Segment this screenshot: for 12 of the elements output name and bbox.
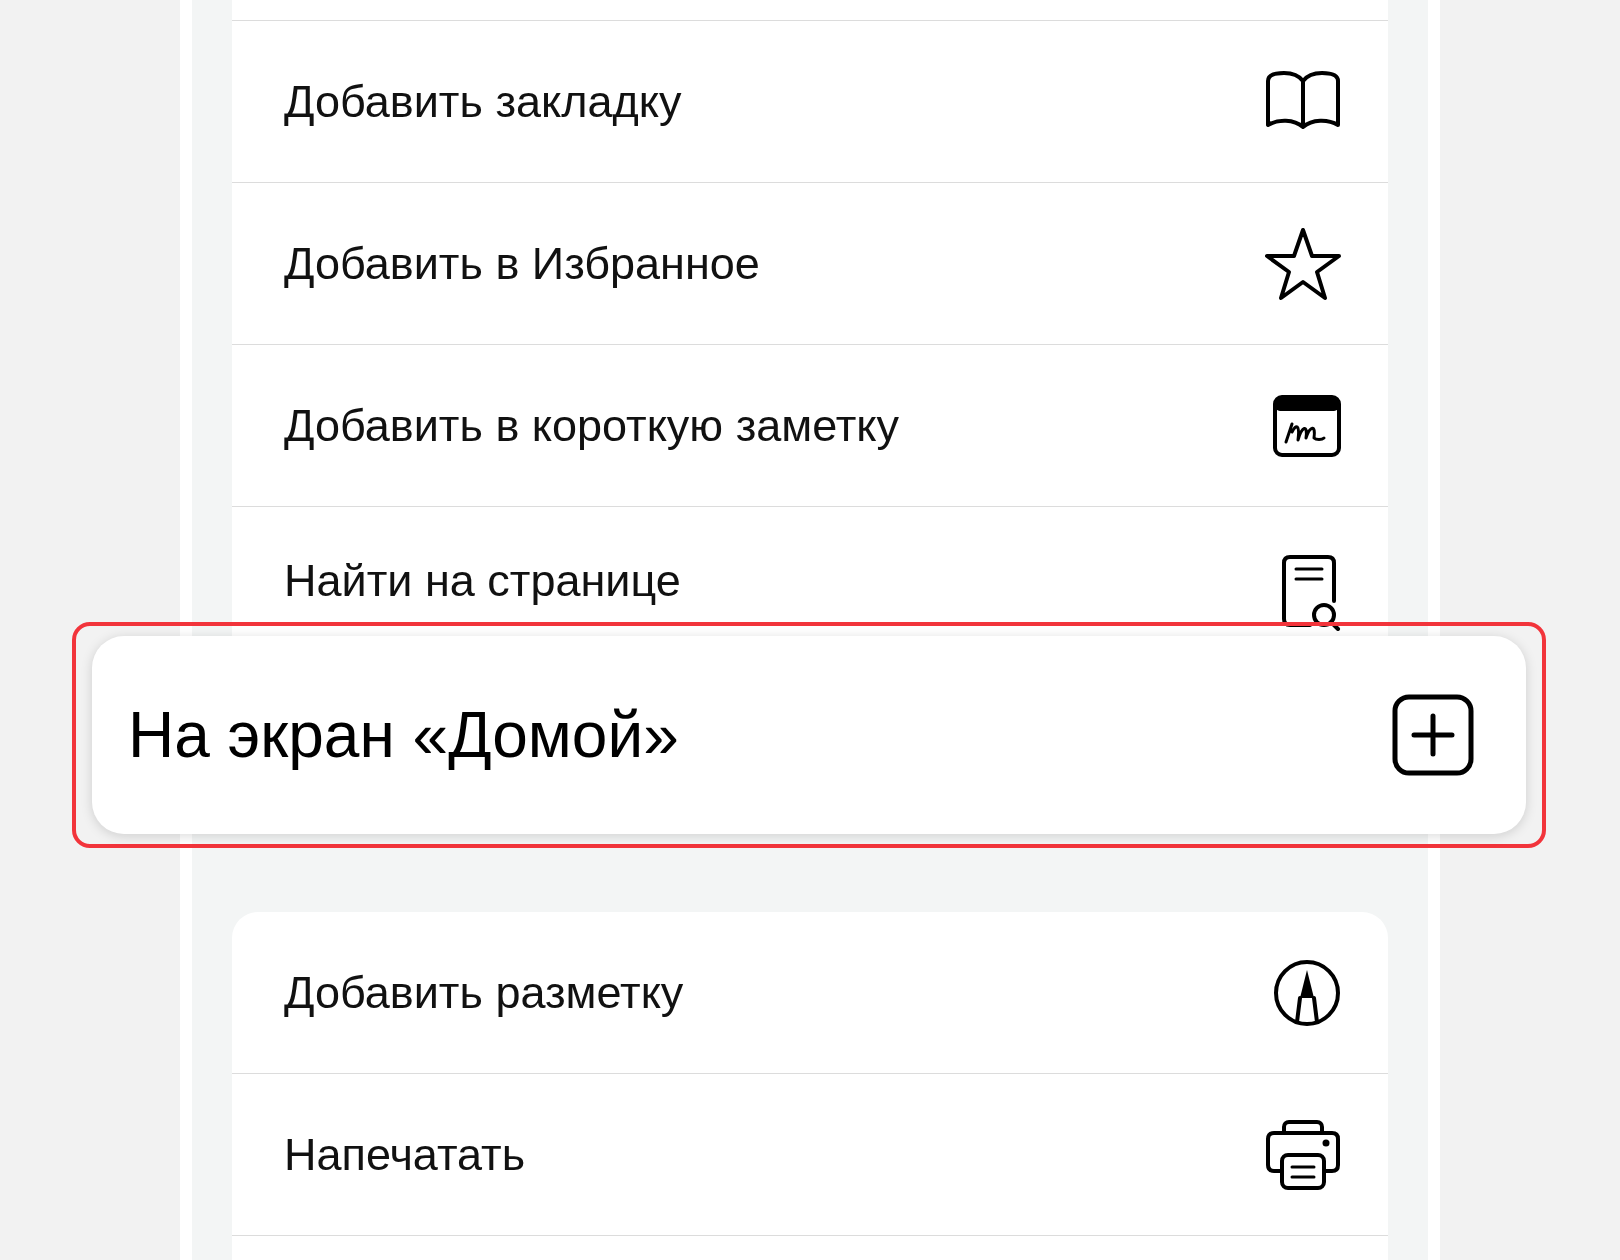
menu-label: Найти на странице xyxy=(284,555,681,607)
lifted-menu-row[interactable]: На экран «Домой» xyxy=(92,636,1526,834)
menu-label: Добавить разметку xyxy=(284,966,684,1019)
menu-label: Добавить закладку xyxy=(284,75,682,128)
menu-label: Добавить в Избранное xyxy=(284,237,760,290)
menu-row[interactable]: Добавить в Избранное xyxy=(232,183,1388,345)
menu-row[interactable]: Добавить разметку xyxy=(232,912,1388,1074)
menu-label: Напечатать xyxy=(284,1128,526,1181)
menu-label: На экран «Домой» xyxy=(128,698,679,772)
menu-row[interactable]: Добавить закладку xyxy=(232,21,1388,183)
menu-label: Добавить в короткую заметку xyxy=(284,399,900,452)
menu-row[interactable]: Добавить в короткую заметку xyxy=(232,345,1388,507)
